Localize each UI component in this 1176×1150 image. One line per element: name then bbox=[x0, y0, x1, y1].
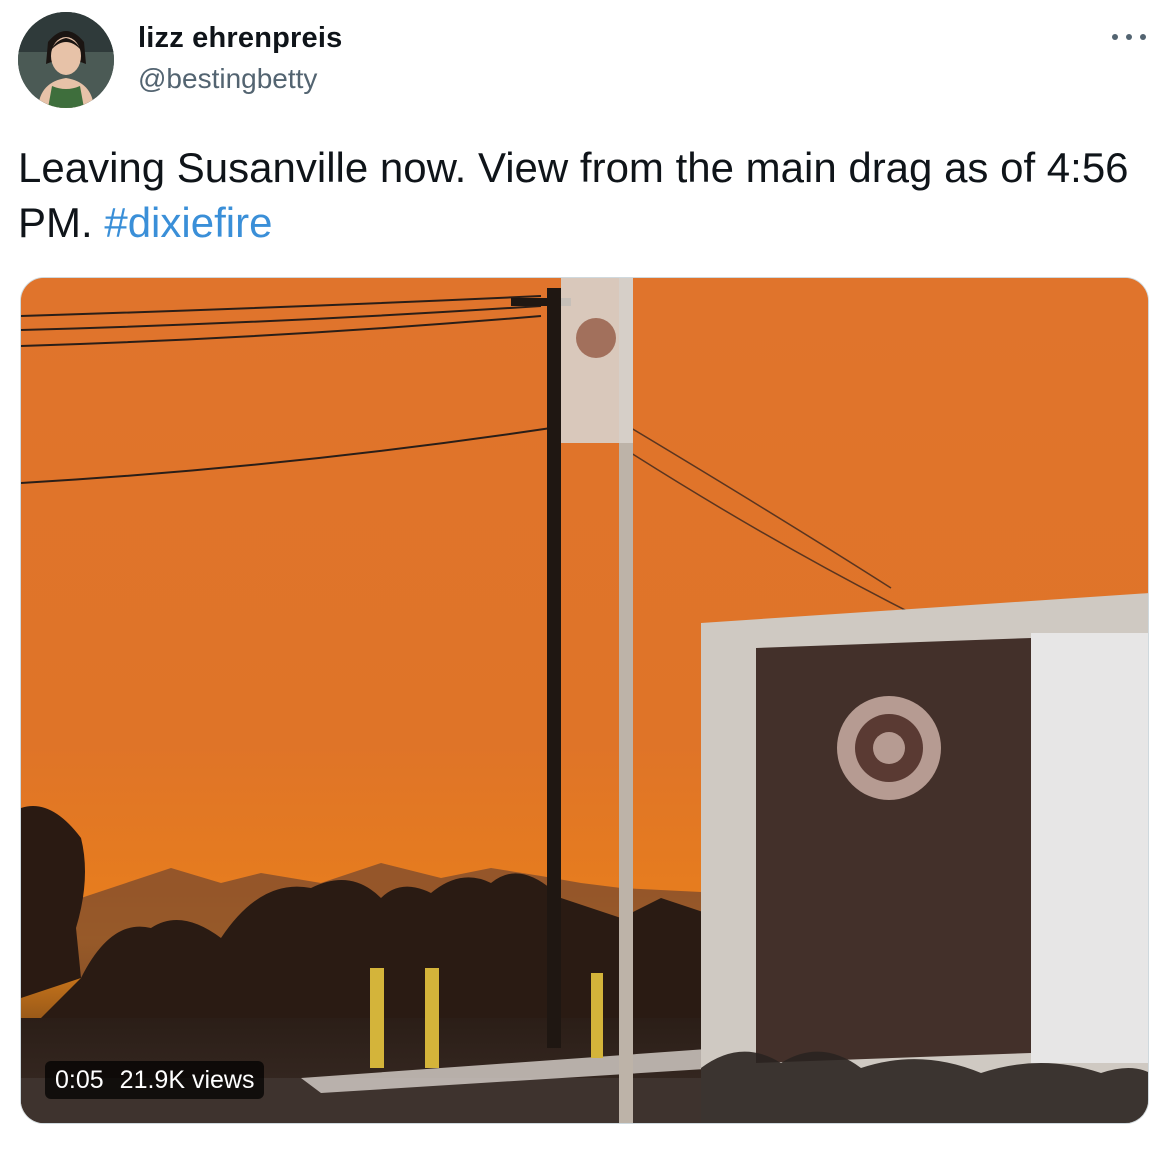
tweet-card: lizz ehrenpreis @bestingbetty Leaving Su… bbox=[0, 0, 1176, 1150]
more-dot-icon bbox=[1112, 34, 1118, 40]
more-dot-icon bbox=[1140, 34, 1146, 40]
video-info-badge: 0:05 21.9K views bbox=[45, 1061, 265, 1099]
hashtag-link[interactable]: #dixiefire bbox=[104, 199, 272, 246]
avatar-photo-icon bbox=[18, 12, 114, 108]
video-player[interactable]: 0:05 21.9K views bbox=[20, 277, 1149, 1124]
author-handle[interactable]: @bestingbetty bbox=[138, 63, 317, 95]
badge-separator bbox=[111, 1061, 113, 1099]
video-frame-image bbox=[21, 278, 1148, 1123]
more-options-button[interactable] bbox=[1112, 26, 1146, 48]
tweet-text: Leaving Susanville now. View from the ma… bbox=[18, 140, 1138, 250]
more-dot-icon bbox=[1126, 34, 1132, 40]
author-display-name[interactable]: lizz ehrenpreis bbox=[138, 22, 342, 55]
video-duration: 0:05 bbox=[55, 1065, 104, 1094]
video-view-count: 21.9K views bbox=[119, 1065, 255, 1094]
author-avatar[interactable] bbox=[18, 12, 114, 108]
